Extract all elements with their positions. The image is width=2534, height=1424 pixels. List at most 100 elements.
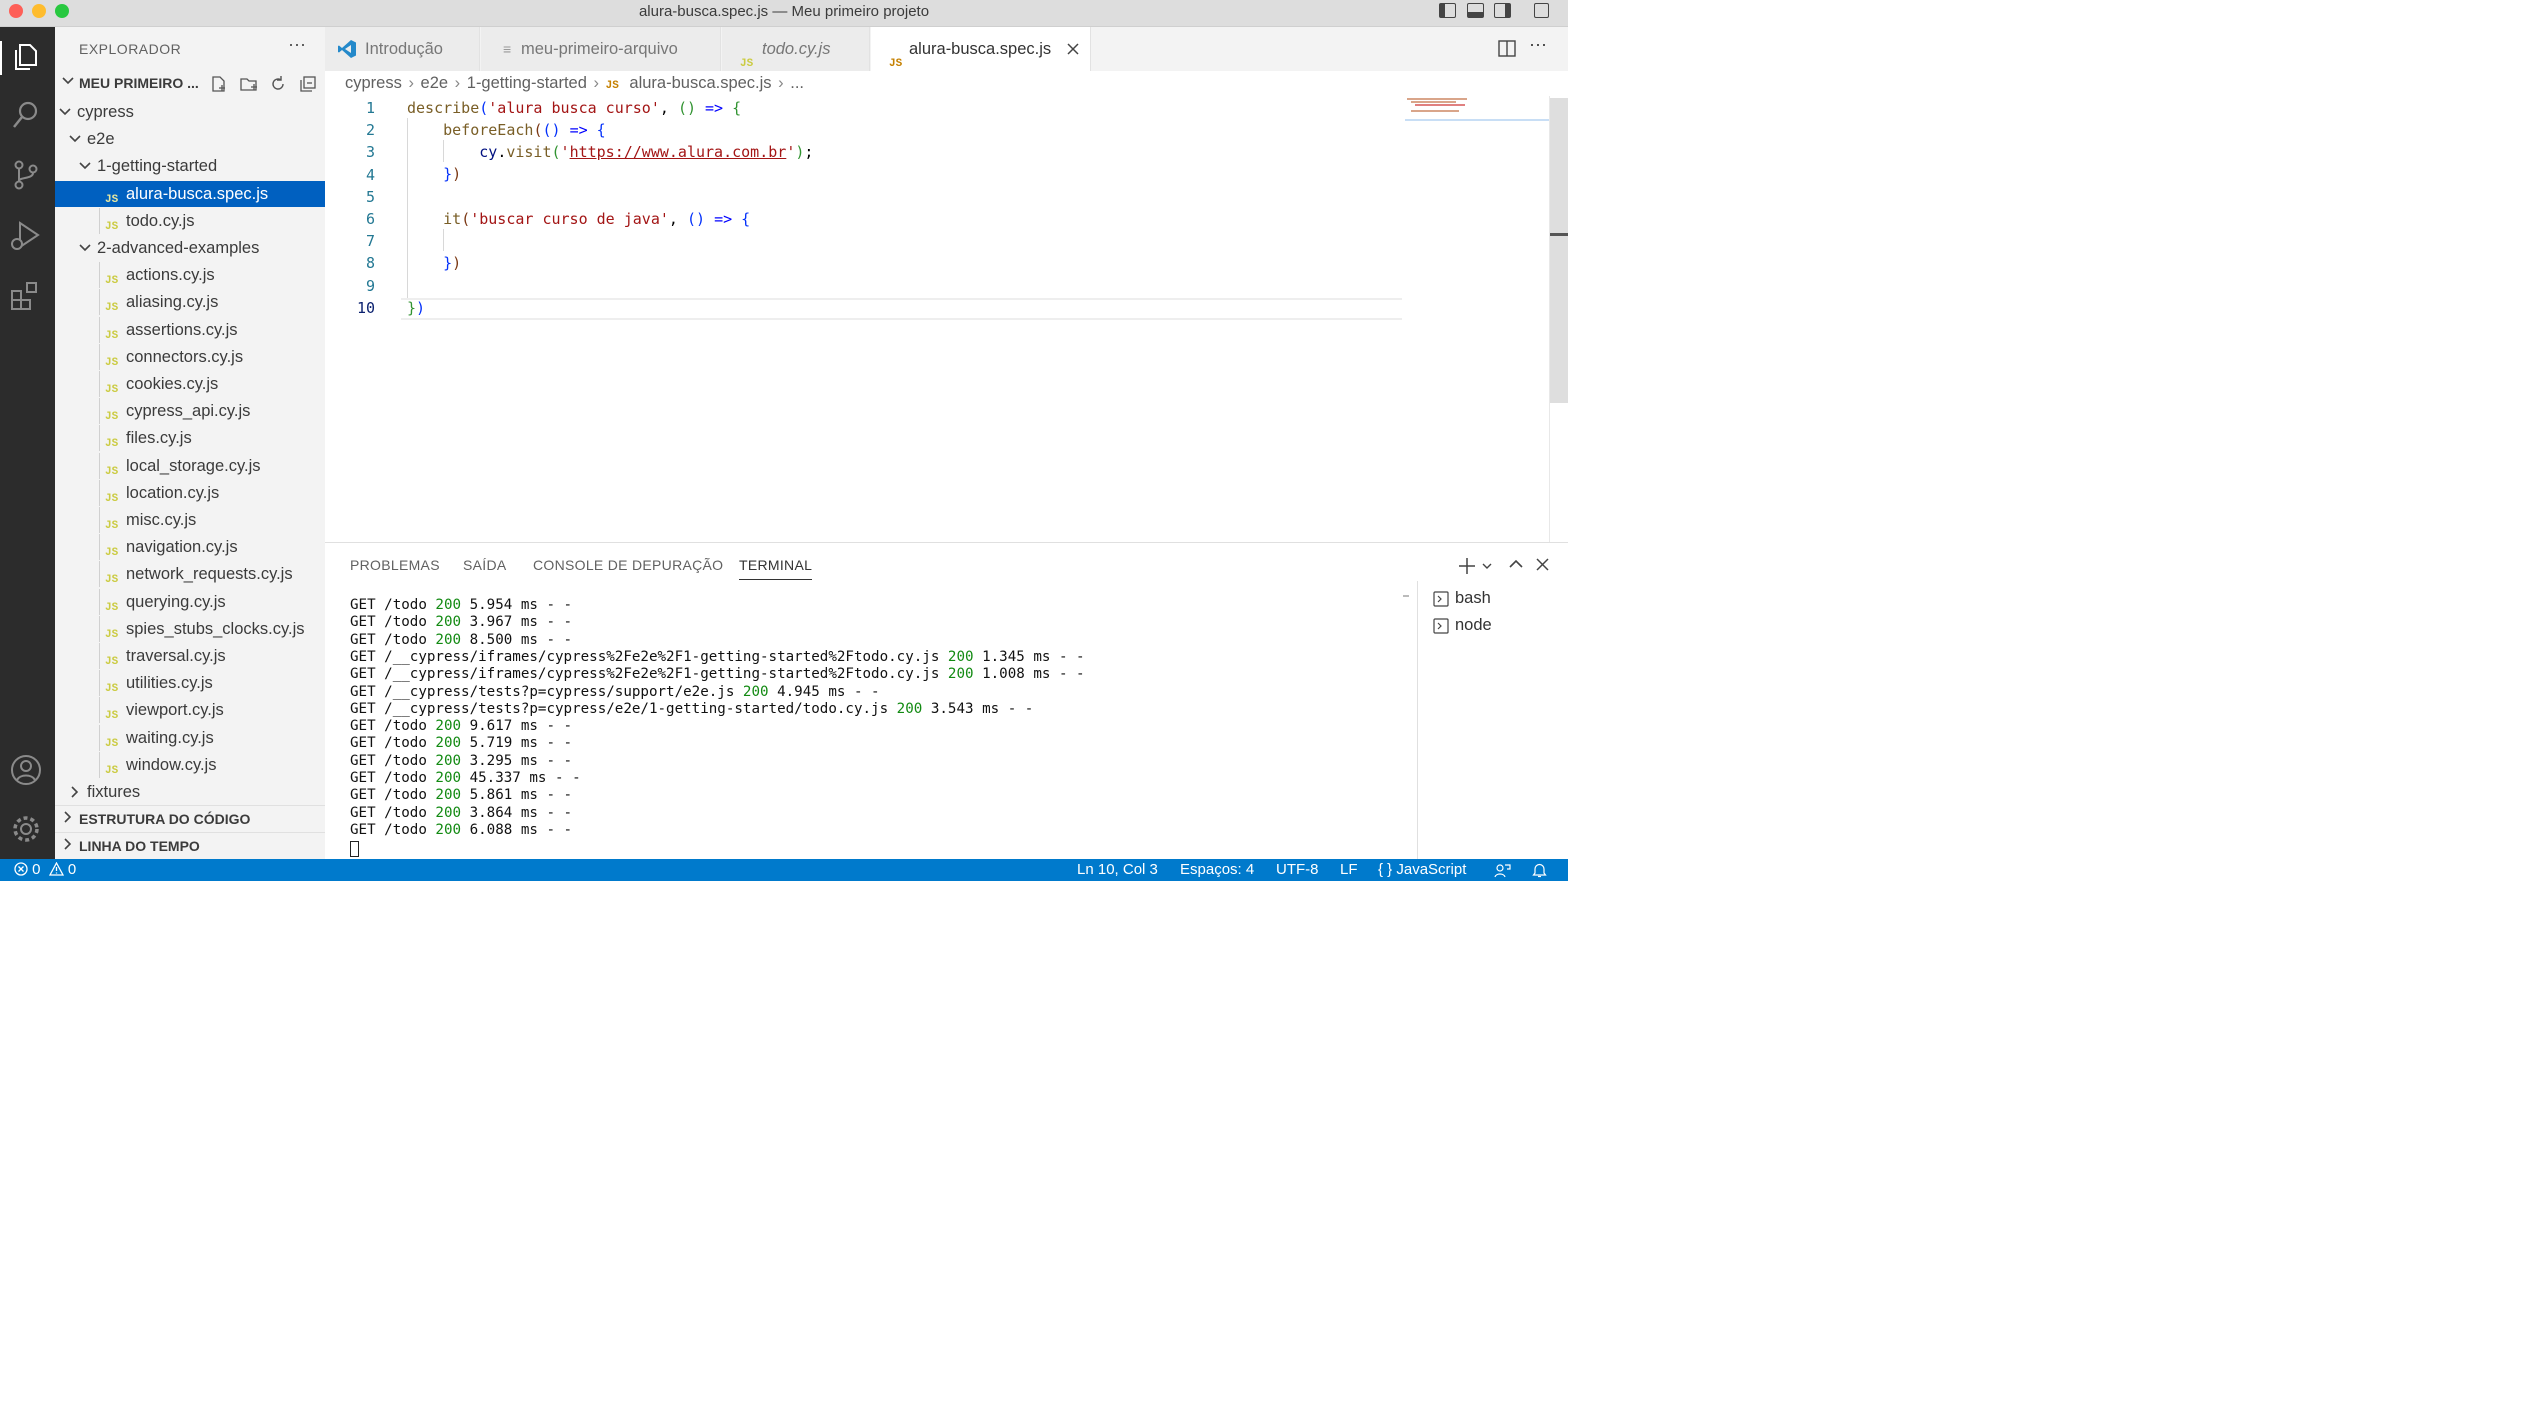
indentation-status[interactable]: Espaços: 4 <box>1180 859 1254 881</box>
toggle-sidebar-icon[interactable] <box>1439 3 1456 18</box>
source-control-icon[interactable] <box>8 157 44 193</box>
code-link[interactable]: https://www.alura.com.br <box>570 143 787 161</box>
code-line-6: it('buscar curso de java', () => { <box>443 210 751 228</box>
current-line-highlight <box>401 298 1402 320</box>
tree-item-label: waiting.cy.js <box>126 728 214 747</box>
tree-file[interactable]: JS cookies.cy.js <box>55 371 325 397</box>
tree-indent-guide <box>99 670 100 697</box>
tree-folder[interactable]: e2e <box>55 126 325 152</box>
activity-bar <box>0 27 55 859</box>
tree-file[interactable]: JS misc.cy.js <box>55 507 325 533</box>
new-file-icon[interactable] <box>210 75 228 93</box>
tab-meu-primeiro-arquivo[interactable]: ≡ meu-primeiro-arquivo <box>481 27 721 71</box>
tree-file[interactable]: JS waiting.cy.js <box>55 724 325 751</box>
outline-section[interactable]: ESTRUTURA DO CÓDIGO <box>55 805 325 831</box>
tab-alura-busca-spec-js[interactable]: JS alura-busca.spec.js <box>871 27 1091 71</box>
close-panel-icon[interactable] <box>1536 558 1549 571</box>
tree-file[interactable]: JS todo.cy.js <box>55 207 325 234</box>
tree-folder[interactable]: cypress <box>55 99 325 125</box>
tree-folder[interactable]: 1-getting-started <box>55 153 325 179</box>
tree-file[interactable]: JS actions.cy.js <box>55 262 325 289</box>
breadcrumb-item[interactable]: cypress <box>345 74 402 92</box>
language-mode[interactable]: { } JavaScript <box>1378 859 1466 881</box>
tree-file[interactable]: JS spies_stubs_clocks.cy.js <box>55 615 325 642</box>
new-terminal-icon[interactable] <box>1458 557 1476 575</box>
tree-file[interactable]: JS connectors.cy.js <box>55 343 325 370</box>
cursor-position[interactable]: Ln 10, Col 3 <box>1077 859 1158 881</box>
tree-folder[interactable]: 2-advanced-examples <box>55 235 325 261</box>
minimap[interactable] <box>1405 96 1550 542</box>
tree-file[interactable]: JS viewport.cy.js <box>55 697 325 724</box>
code-line-8: }) <box>443 254 462 272</box>
timeline-section[interactable]: LINHA DO TEMPO <box>55 832 325 858</box>
status-code: 200 <box>896 700 923 717</box>
tree-file[interactable]: JS utilities.cy.js <box>55 670 325 697</box>
terminal-name: node <box>1455 616 1492 634</box>
collapse-all-icon[interactable] <box>299 75 317 93</box>
explorer-icon[interactable] <box>8 39 44 75</box>
js-file-icon: JS <box>889 58 903 70</box>
encoding-status[interactable]: UTF-8 <box>1276 859 1319 881</box>
chevron-down-icon[interactable] <box>1482 561 1492 571</box>
terminal-line: GET /__cypress/tests?p=cypress/e2e/1-get… <box>350 701 1033 717</box>
accounts-icon[interactable] <box>8 752 44 788</box>
tree-file[interactable]: JS location.cy.js <box>55 479 325 506</box>
request-text: GET /todo <box>350 770 436 786</box>
project-root[interactable]: MEU PRIMEIRO ... <box>55 71 325 97</box>
editor-more-actions-icon[interactable]: ⋯ <box>1529 35 1547 56</box>
terminal-icon <box>1433 618 1449 634</box>
timing-text: 4.945 ms - - <box>768 683 880 700</box>
tree-file[interactable]: JS local_storage.cy.js <box>55 452 325 479</box>
breadcrumb-item[interactable]: 1-getting-started <box>467 74 587 92</box>
problems-status[interactable]: 0 0 <box>14 859 76 881</box>
tab-output[interactable]: SAÍDA <box>463 557 507 573</box>
notifications-bell-icon[interactable] <box>1532 862 1547 878</box>
tree-file[interactable]: JS aliasing.cy.js <box>55 289 325 316</box>
search-icon[interactable] <box>8 97 44 133</box>
code-editor[interactable]: 1 2 3 4 5 6 7 8 9 10 describe('alura busca curso'… <box>325 96 1568 542</box>
tree-file[interactable]: JS window.cy.js <box>55 751 325 778</box>
tree-item-label: window.cy.js <box>126 755 217 774</box>
toggle-panel-icon[interactable] <box>1467 3 1484 18</box>
run-debug-icon[interactable] <box>8 217 44 253</box>
code-token: 'buscar curso de java' <box>470 210 669 228</box>
tree-folder[interactable]: fixtures <box>55 779 325 805</box>
tab-introducao[interactable]: Introdução <box>325 27 480 71</box>
tab-todo-cy-js[interactable]: JS todo.cy.js <box>722 27 870 71</box>
customize-layout-icon[interactable] <box>1534 3 1549 18</box>
split-editor-icon[interactable] <box>1498 40 1516 57</box>
toggle-secondary-sidebar-icon[interactable] <box>1494 3 1511 18</box>
tree-file[interactable]: JS files.cy.js <box>55 425 325 452</box>
breadcrumb-item[interactable]: e2e <box>421 74 449 92</box>
eol-status[interactable]: LF <box>1340 859 1358 881</box>
tree-indent-guide <box>99 697 100 724</box>
settings-gear-icon[interactable] <box>8 811 44 847</box>
code-token: it <box>443 210 462 228</box>
tree-indent-guide <box>99 425 100 452</box>
tree-file[interactable]: JS network_requests.cy.js <box>55 561 325 588</box>
close-tab-icon[interactable] <box>1067 43 1079 55</box>
scrollbar-cursor-marker <box>1550 233 1568 236</box>
scrollbar-thumb[interactable] <box>1550 98 1568 403</box>
feedback-icon[interactable] <box>1494 862 1511 878</box>
tree-file[interactable]: JS navigation.cy.js <box>55 534 325 561</box>
maximize-panel-icon[interactable] <box>1508 558 1524 570</box>
terminal-icon <box>1433 591 1449 607</box>
tree-file[interactable]: JS assertions.cy.js <box>55 316 325 343</box>
tree-file[interactable]: JS traversal.cy.js <box>55 643 325 669</box>
tab-terminal[interactable]: TERMINAL <box>739 557 813 580</box>
breadcrumb-item[interactable]: ... <box>790 74 804 92</box>
refresh-icon[interactable] <box>269 75 287 93</box>
new-folder-icon[interactable] <box>239 75 259 93</box>
tree-file[interactable]: JS cypress_api.cy.js <box>55 398 325 425</box>
timing-text: 45.337 ms - - <box>461 770 581 786</box>
breadcrumb-item[interactable]: alura-busca.spec.js <box>629 74 771 92</box>
extensions-icon[interactable] <box>8 277 44 313</box>
tree-file[interactable]: JS alura-busca.spec.js <box>55 180 325 207</box>
tab-problems[interactable]: PROBLEMAS <box>350 557 440 573</box>
tab-debug-console[interactable]: CONSOLE DE DEPURAÇÃO <box>533 557 723 573</box>
tree-file[interactable]: JS querying.cy.js <box>55 588 325 615</box>
error-icon <box>14 862 28 876</box>
editor-scrollbar[interactable] <box>1549 96 1568 542</box>
more-actions-icon[interactable]: ⋯ <box>288 35 306 56</box>
